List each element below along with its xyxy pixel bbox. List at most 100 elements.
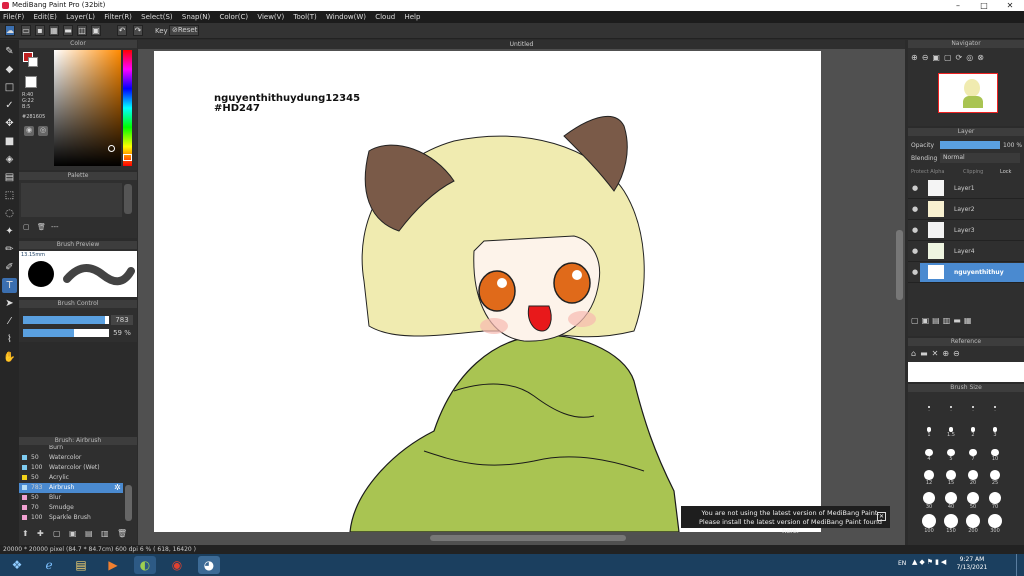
brush-item[interactable]: 50 Acrylic	[19, 473, 123, 483]
brush-size-option[interactable]: 10	[984, 444, 1006, 464]
brush-size-option[interactable]: 2	[962, 420, 984, 440]
layer-icon[interactable]: ◫	[77, 25, 87, 36]
brush-item-selected[interactable]: 783 Airbrush ✲	[19, 483, 123, 493]
eye-icon[interactable]: ●	[912, 184, 918, 192]
reference-area[interactable]	[908, 362, 1024, 382]
palette-add-icon[interactable]: ▢	[23, 223, 30, 231]
brush-size-option[interactable]: 12	[918, 468, 940, 488]
cloud-icon[interactable]: ☁	[5, 25, 15, 36]
background-color[interactable]	[28, 57, 38, 67]
grid-icon[interactable]: ▦	[49, 25, 59, 36]
lasso-tool-icon[interactable]: ◌	[2, 206, 17, 221]
brush-size-option[interactable]: 3	[984, 420, 1006, 440]
saturation-value-picker[interactable]	[54, 50, 121, 166]
brush-cloud-icon[interactable]: ▣	[69, 529, 77, 538]
eyedropper-icon[interactable]: ⌇	[2, 332, 17, 347]
move-tool-icon[interactable]: ✥	[2, 116, 17, 131]
flip-icon[interactable]: ◎	[966, 53, 977, 62]
undo-icon[interactable]: ↶	[117, 25, 127, 36]
menu-window[interactable]: Window(W)	[326, 13, 366, 21]
tray-flag-icon[interactable]: ⚑	[927, 558, 935, 566]
blending-select[interactable]: Normal	[940, 153, 1020, 163]
operation-tool-icon[interactable]: ➤	[2, 296, 17, 311]
tray-app-icon[interactable]: ◆	[919, 558, 926, 566]
brush-size-option[interactable]: 7	[962, 444, 984, 464]
close-button[interactable]: ✕	[997, 0, 1023, 11]
menu-file[interactable]: File(F)	[3, 13, 24, 21]
brush-item[interactable]: Burn	[19, 445, 123, 453]
explorer-icon[interactable]: ▤	[70, 556, 92, 574]
select-eraser-icon[interactable]: ✐	[2, 260, 17, 275]
new-layer-icon[interactable]: ▢	[911, 316, 922, 325]
color-wheel-icon[interactable]: ◉	[24, 126, 34, 136]
brush-size-option[interactable]: 25	[984, 468, 1006, 488]
eye-icon[interactable]: ●	[912, 226, 918, 234]
layer-row[interactable]: ● Layer2	[908, 199, 1024, 220]
marquee-tool-icon[interactable]: ⬚	[2, 188, 17, 203]
actual-size-icon[interactable]: ▢	[944, 53, 956, 62]
clock[interactable]: 9:27 AM 7/13/2021	[952, 556, 992, 572]
layer-opacity-slider[interactable]	[940, 141, 1000, 149]
maximize-button[interactable]: □	[971, 0, 997, 11]
new-layer-1bit-icon[interactable]: ▤	[932, 316, 943, 325]
brush-list-scrollbar[interactable]	[125, 485, 132, 521]
start-button-icon[interactable]: ❖	[6, 556, 28, 574]
ref-zoom-out-icon[interactable]: ⊖	[953, 349, 964, 358]
palette-scrollbar[interactable]	[124, 184, 132, 214]
protect-alpha-checkbox[interactable]: Protect Alpha	[911, 169, 944, 175]
brush-size-value[interactable]: 783	[111, 315, 133, 325]
zoom-out-icon[interactable]: ⊖	[922, 53, 933, 62]
select-pen-icon[interactable]: ✏	[2, 242, 17, 257]
ie-icon[interactable]: ℯ	[38, 556, 60, 574]
fill-rect-tool-icon[interactable]: ■	[2, 134, 17, 149]
menu-filter[interactable]: Filter(R)	[104, 13, 132, 21]
brush-add-icon[interactable]: ⬆	[22, 529, 29, 538]
language-indicator[interactable]: EN	[898, 560, 906, 567]
layer-row-selected[interactable]: ● nguyenthithuy	[908, 262, 1024, 283]
ruler-icon[interactable]: ▬	[63, 25, 73, 36]
app-taskbar-icon[interactable]: ◐	[134, 556, 156, 574]
magic-wand-icon[interactable]: ✦	[2, 224, 17, 239]
menu-view[interactable]: View(V)	[257, 13, 284, 21]
text-tool-icon[interactable]: T	[2, 278, 17, 293]
delete-layer-icon[interactable]: ▦	[964, 316, 975, 325]
brush-tool-icon[interactable]: ✎	[2, 44, 17, 59]
layer-menu-icon[interactable]: ▥	[943, 316, 954, 325]
brush-item[interactable]: 50 Blur	[19, 493, 123, 503]
brush-size-option[interactable]: ·	[984, 396, 1006, 416]
navigator-thumbnail[interactable]	[938, 73, 998, 113]
brush-size-option[interactable]: 200	[962, 514, 984, 536]
update-notification[interactable]: You are not using the latest version of …	[681, 506, 890, 535]
chrome-icon[interactable]: ◉	[166, 556, 188, 574]
brush-size-option[interactable]: 1	[918, 420, 940, 440]
volume-icon[interactable]: ◀	[941, 558, 948, 566]
brush-size-option[interactable]: ·	[962, 396, 984, 416]
picker-cursor[interactable]	[108, 145, 115, 152]
eye-icon[interactable]: ●	[912, 247, 918, 255]
eraser-tool-icon[interactable]: ◆	[2, 62, 17, 77]
brush-size-option[interactable]: 4	[918, 444, 940, 464]
medibang-taskbar-icon[interactable]: ◕	[198, 556, 220, 574]
palette-swatch-area[interactable]	[21, 183, 122, 217]
lock-checkbox[interactable]: Lock	[1000, 169, 1011, 175]
palette-delete-icon[interactable]: 🗑	[37, 223, 46, 231]
brush-item[interactable]: 70 Smudge	[19, 503, 123, 513]
menu-select[interactable]: Select(S)	[141, 13, 173, 21]
brush-copy-icon[interactable]: ▢	[53, 529, 61, 538]
brush-size-option[interactable]: 100	[918, 514, 940, 536]
fit-icon[interactable]: ▣	[932, 53, 944, 62]
brush-delete-icon[interactable]: 🗑	[117, 529, 127, 538]
brush-item[interactable]: 100 Sparkle Brush	[19, 513, 123, 523]
folder-icon[interactable]: ▬	[953, 316, 964, 325]
brush-size-slider[interactable]	[23, 316, 109, 324]
brush-size-option[interactable]: ·	[918, 396, 940, 416]
layer-row[interactable]: ● Layer1	[908, 178, 1024, 199]
menu-help[interactable]: Help	[404, 13, 420, 21]
ref-zoom-in-icon[interactable]: ⊕	[942, 349, 953, 358]
horizontal-scrollbar[interactable]	[430, 535, 626, 541]
brush-size-option[interactable]: 15	[940, 468, 962, 488]
menu-edit[interactable]: Edit(E)	[33, 13, 56, 21]
rotate-icon[interactable]: ⟳	[956, 53, 967, 62]
comment-icon[interactable]: ▪	[35, 25, 45, 36]
clipping-checkbox[interactable]: Clipping	[963, 169, 983, 175]
